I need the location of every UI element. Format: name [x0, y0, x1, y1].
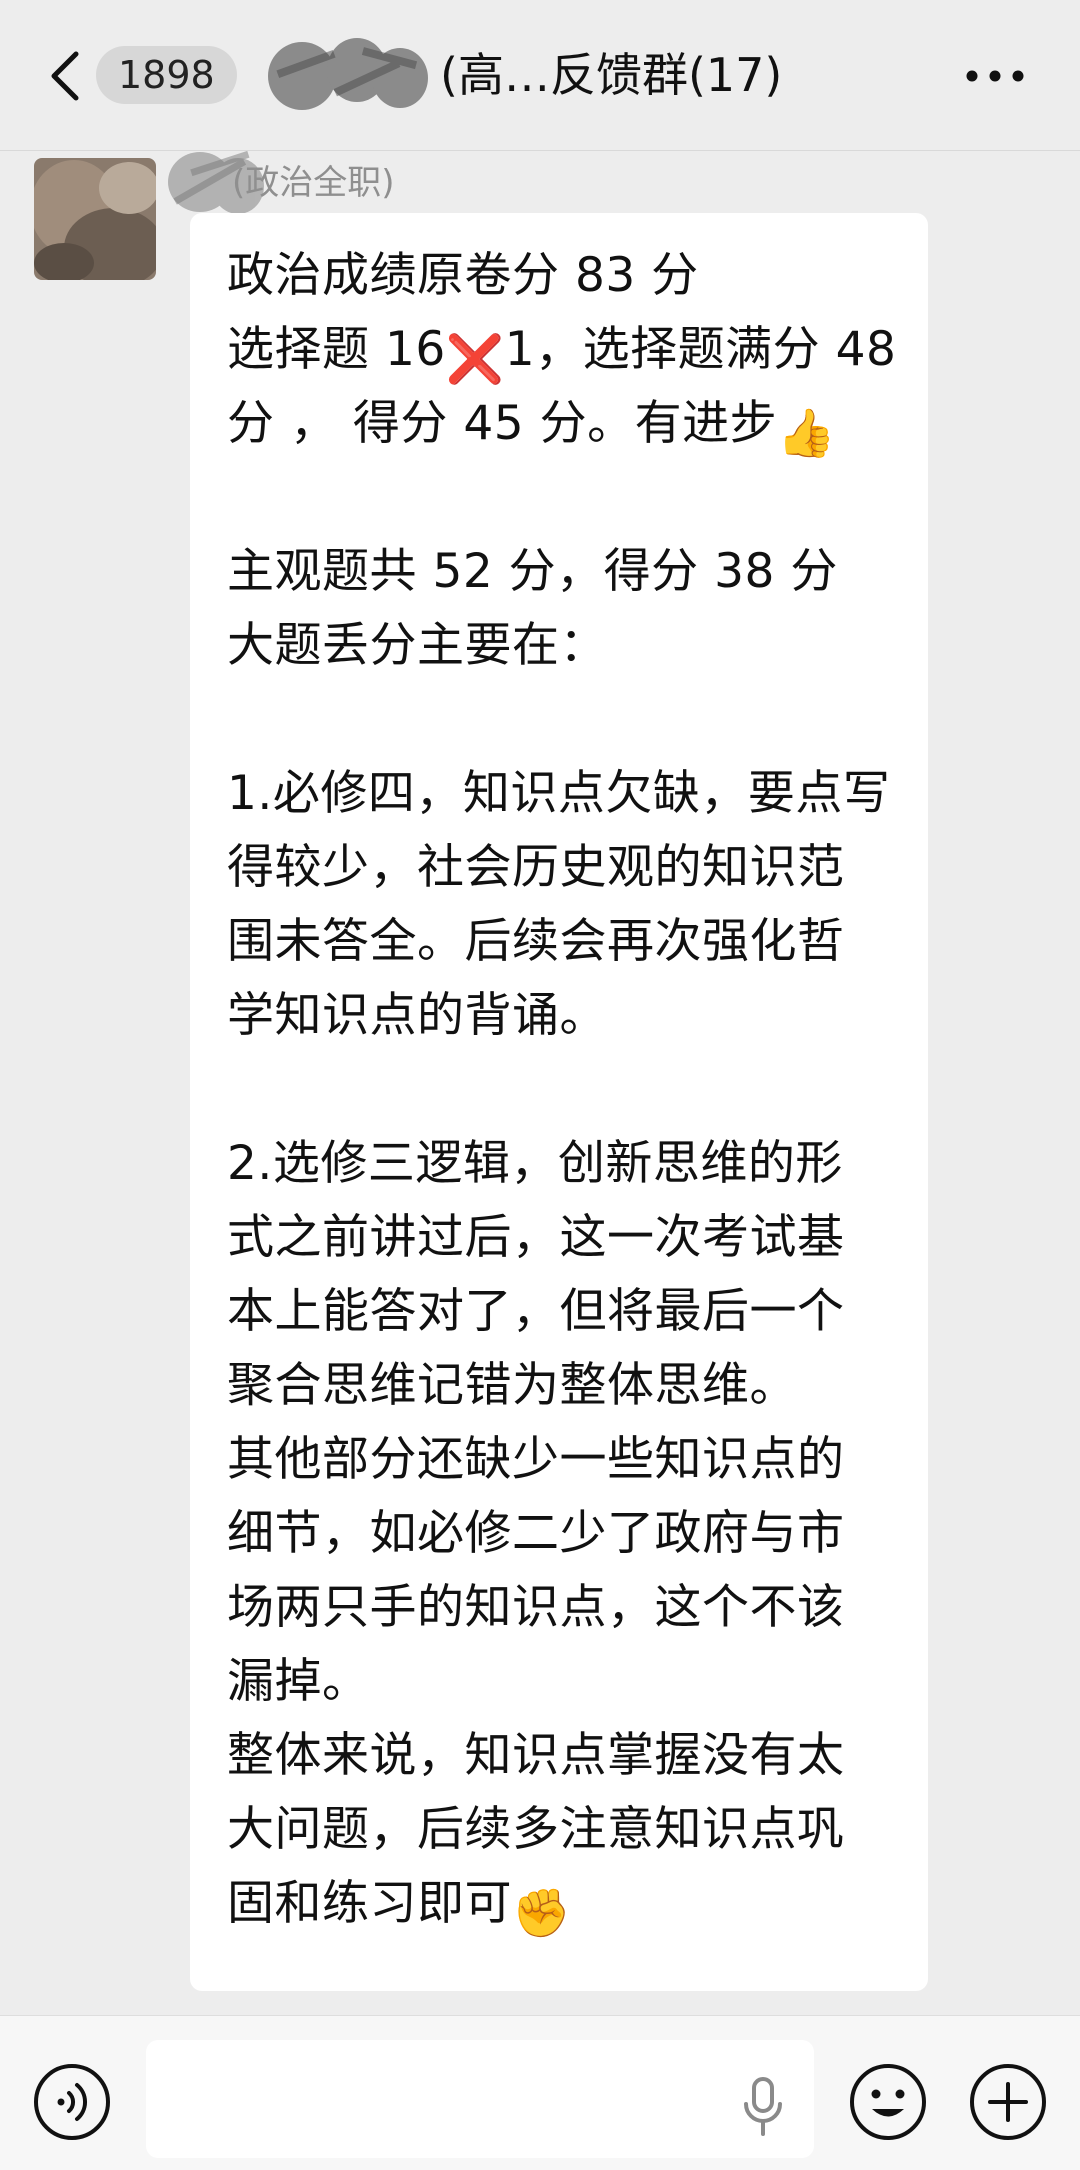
message-line: 主观题共 52 分，得分 38 分 [227, 535, 894, 609]
message-line: 本上能答对了，但将最后一个 [227, 1275, 894, 1349]
unread-count-badge[interactable]: 1898 [96, 46, 237, 104]
message-line: 大问题，后续多注意知识点巩 [227, 1793, 894, 1867]
message-text: 其他部分还缺少一些知识点的 [227, 1432, 845, 1487]
message-text: 式之前讲过后，这一次考试基 [227, 1210, 845, 1265]
voice-wave-icon[interactable] [32, 2062, 112, 2142]
message-text: 得较少，社会历史观的知识范 [227, 840, 845, 895]
message-line: 式之前讲过后，这一次考试基 [227, 1201, 894, 1275]
message-text: 聚合思维记错为整体思维。 [227, 1358, 797, 1413]
message-text: 1，选择题满分 48 [504, 322, 897, 377]
message-text: 漏掉。 [227, 1654, 370, 1709]
message-line: 其他部分还缺少一些知识点的 [227, 1423, 894, 1497]
chevron-left-icon[interactable] [44, 48, 88, 104]
message-line: 1.必修四，知识点欠缺，要点写 [227, 757, 894, 831]
more-dots-icon[interactable] [960, 58, 1030, 94]
emoji-icon: ❌ [445, 332, 505, 387]
blurred-group-name [268, 38, 428, 110]
message-bubble[interactable]: 政治成绩原卷分 83 分选择题 16❌1，选择题满分 48 分 ， 得分 45 分… [190, 213, 928, 1991]
message-line: 得较少，社会历史观的知识范 [227, 831, 894, 905]
message-line: 2.选修三逻辑，创新思维的形 [227, 1127, 894, 1201]
message-line: 分 ， 得分 45 分。有进步👍 [227, 387, 894, 461]
message-text: 选择题 16 [227, 322, 446, 377]
chat-title[interactable]: (高…反馈群(17) [440, 44, 782, 106]
message-line: 围未答全。后续会再次强化哲 [227, 905, 894, 979]
message-input[interactable] [146, 2040, 814, 2158]
input-bar [0, 2015, 1080, 2170]
message-text: 1.必修四，知识点欠缺，要点写 [227, 766, 891, 821]
message-line: 大题丢分主要在： [227, 609, 894, 683]
message-text: 2.选修三逻辑，创新思维的形 [227, 1136, 843, 1191]
chat-header: 1898 (高…反馈群(17) [0, 0, 1080, 151]
message-text: 固和练习即可 [227, 1876, 512, 1931]
message-text: 整体来说，知识点掌握没有太 [227, 1728, 845, 1783]
message-text: 本上能答对了，但将最后一个 [227, 1284, 845, 1339]
message-text: 政治成绩原卷分 83 分 [227, 248, 699, 303]
message-line [227, 683, 894, 757]
plus-circle-icon[interactable] [968, 2062, 1048, 2142]
message-line: 聚合思维记错为整体思维。 [227, 1349, 894, 1423]
message-text: 主观题共 52 分，得分 38 分 [227, 544, 838, 599]
message-line [227, 1053, 894, 1127]
message-line: 漏掉。 [227, 1645, 894, 1719]
message-text: 学知识点的背诵。 [227, 988, 607, 1043]
emoji-icon: 👍 [777, 406, 837, 461]
message-text: 细节，如必修二少了政府与市 [227, 1506, 845, 1561]
smiley-face-icon[interactable] [848, 2062, 928, 2142]
message-text: 大题丢分主要在： [227, 618, 607, 673]
microphone-icon[interactable] [740, 2076, 786, 2138]
message-line: 选择题 16❌1，选择题满分 48 [227, 313, 897, 387]
message-text: 分 ， 得分 45 分。有进步 [227, 396, 778, 451]
message-line: 政治成绩原卷分 83 分 [227, 239, 894, 313]
avatar[interactable] [34, 158, 156, 280]
message-line: 固和练习即可✊ [227, 1867, 894, 1941]
sender-name: (政治全职) [232, 163, 395, 203]
message-text: 大问题，后续多注意知识点巩 [227, 1802, 845, 1857]
message-line: 细节，如必修二少了政府与市 [227, 1497, 894, 1571]
message-text: 场两只手的知识点，这个不该 [227, 1580, 845, 1635]
emoji-icon: ✊ [512, 1886, 572, 1941]
message-text: 围未答全。后续会再次强化哲 [227, 914, 845, 969]
message-line: 场两只手的知识点，这个不该 [227, 1571, 894, 1645]
message-line [227, 461, 894, 535]
message-line: 学知识点的背诵。 [227, 979, 894, 1053]
message-line: 整体来说，知识点掌握没有太 [227, 1719, 894, 1793]
